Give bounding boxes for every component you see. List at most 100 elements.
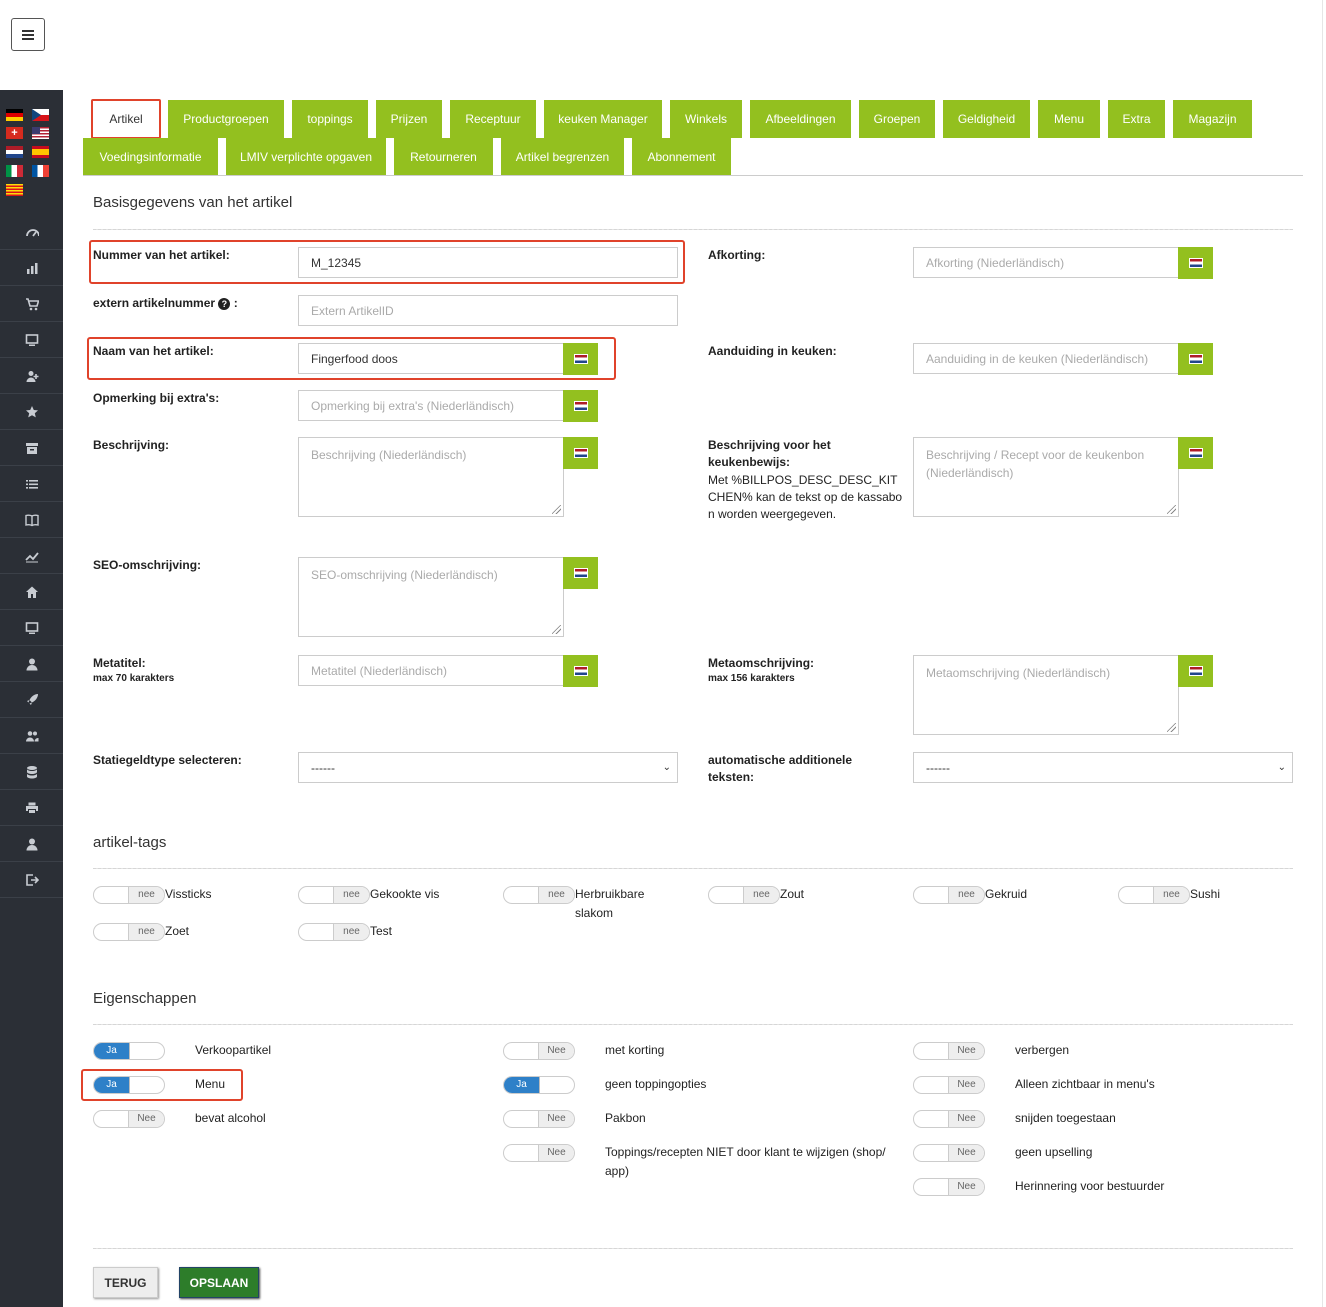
keukenbewijs-textarea[interactable]: Beschrijving / Recept voor de keukenbon …: [913, 437, 1179, 517]
property-toggle[interactable]: Nee: [503, 1144, 575, 1162]
seo-lang-button[interactable]: [563, 557, 598, 589]
sidebar-item-trend[interactable]: [0, 538, 63, 574]
property-toggle[interactable]: Nee: [503, 1110, 575, 1128]
sidebar-item-database[interactable]: [0, 754, 63, 790]
property-toggle[interactable]: Ja: [93, 1042, 165, 1060]
sidebar-item-account[interactable]: [0, 826, 63, 862]
sidebar-item-user-plus[interactable]: [0, 358, 63, 394]
back-button[interactable]: TERUG: [93, 1267, 158, 1298]
aanduiding-lang-button[interactable]: [1178, 343, 1213, 375]
tab-retourneren[interactable]: Retourneren: [394, 138, 493, 176]
flag-it-icon[interactable]: [6, 165, 23, 177]
seo-textarea[interactable]: SEO-omschrijving (Niederländisch): [298, 557, 564, 637]
nummer-input[interactable]: M_12345: [298, 247, 678, 278]
tag-toggle[interactable]: nee: [93, 923, 165, 941]
flag-nl-icon[interactable]: [6, 146, 23, 158]
flag-ch-icon[interactable]: +: [6, 127, 23, 139]
extern-input[interactable]: Extern ArtikelID: [298, 295, 678, 326]
sidebar-item-list[interactable]: [0, 466, 63, 502]
sidebar-item-printer[interactable]: [0, 790, 63, 826]
toggle-off-label: Nee: [948, 1111, 984, 1127]
metatitel-input[interactable]: Metatitel (Niederländisch): [298, 655, 564, 686]
sidebar-item-users[interactable]: [0, 718, 63, 754]
account-icon: [26, 838, 37, 850]
flag-es-icon[interactable]: [32, 146, 49, 158]
metaomschrijving-lang-button[interactable]: [1178, 655, 1213, 687]
property-toggle[interactable]: Ja: [503, 1076, 575, 1094]
desktop-icon: [25, 621, 38, 634]
printer-icon: [25, 802, 38, 814]
sidebar-item-monitor[interactable]: [0, 322, 63, 358]
tag-toggle[interactable]: nee: [1118, 886, 1190, 904]
tab-groepen[interactable]: Groepen: [859, 100, 935, 138]
sidebar-item-home[interactable]: [0, 574, 63, 610]
sidebar-item-chart[interactable]: [0, 250, 63, 286]
tab-menu[interactable]: Menu: [1038, 100, 1100, 138]
tab-productgroepen[interactable]: Productgroepen: [168, 100, 284, 138]
help-icon[interactable]: ?: [218, 297, 231, 310]
flag-ca-icon[interactable]: [6, 184, 23, 196]
beschrijving-lang-button[interactable]: [563, 437, 598, 469]
tab-voedingsinformatie[interactable]: Voedingsinformatie: [83, 138, 218, 176]
afkorting-input[interactable]: Afkorting (Niederländisch): [913, 247, 1179, 278]
user-plus-icon: [26, 370, 38, 382]
beschrijving-textarea[interactable]: Beschrijving (Niederländisch): [298, 437, 564, 517]
metatitel-lang-button[interactable]: [563, 655, 598, 687]
additionele-select[interactable]: ------ ⌄: [913, 752, 1293, 783]
sidebar-item-logout[interactable]: [0, 862, 63, 898]
footer-divider: [93, 1248, 1293, 1249]
tab-geldigheid[interactable]: Geldigheid: [943, 100, 1030, 138]
tab-artikel-begrenzen[interactable]: Artikel begrenzen: [501, 138, 624, 176]
naam-input[interactable]: Fingerfood doos: [298, 343, 564, 374]
property-toggle[interactable]: Ja: [93, 1076, 165, 1094]
sidebar-item-star[interactable]: [0, 394, 63, 430]
sidebar-item-user[interactable]: [0, 646, 63, 682]
afkorting-lang-button[interactable]: [1178, 247, 1213, 279]
sidebar-item-archive[interactable]: [0, 430, 63, 466]
tab-afbeeldingen[interactable]: Afbeeldingen: [750, 100, 851, 138]
tab-keuken-manager[interactable]: keuken Manager: [544, 100, 662, 138]
save-button[interactable]: OPSLAAN: [179, 1267, 259, 1298]
sidebar-item-rocket[interactable]: [0, 682, 63, 718]
tab-magazijn[interactable]: Magazijn: [1173, 100, 1252, 138]
tab-toppings[interactable]: toppings: [292, 100, 368, 138]
property-toggle[interactable]: Nee: [913, 1178, 985, 1196]
tag-toggle[interactable]: nee: [503, 886, 575, 904]
sidebar-item-book[interactable]: [0, 502, 63, 538]
tag-toggle[interactable]: nee: [708, 886, 780, 904]
sidebar-item-cart[interactable]: [0, 286, 63, 322]
metaomschrijving-textarea[interactable]: Metaomschrijving (Niederländisch): [913, 655, 1179, 735]
opmerking-lang-button[interactable]: [563, 390, 598, 422]
tag-toggle[interactable]: nee: [298, 886, 370, 904]
flag-de-icon[interactable]: [6, 109, 23, 121]
sidebar-item-dashboard[interactable]: [0, 214, 63, 250]
flag-us-icon[interactable]: [32, 127, 49, 139]
sidebar-item-desktop[interactable]: [0, 610, 63, 646]
statiegeld-select[interactable]: ------ ⌄: [298, 752, 678, 783]
tab-prijzen[interactable]: Prijzen: [376, 100, 442, 138]
tag-toggle[interactable]: nee: [913, 886, 985, 904]
tag-toggle[interactable]: nee: [298, 923, 370, 941]
property-toggle[interactable]: Nee: [913, 1144, 985, 1162]
keukenbewijs-lang-button[interactable]: [1178, 437, 1213, 469]
naam-lang-button[interactable]: [563, 343, 598, 375]
property-toggle[interactable]: Nee: [93, 1110, 165, 1128]
aanduiding-input[interactable]: Aanduiding in de keuken (Niederländisch): [913, 343, 1179, 374]
tab-winkels[interactable]: Winkels: [670, 100, 742, 138]
tab-extra[interactable]: Extra: [1108, 100, 1165, 138]
tag-toggle[interactable]: nee: [93, 886, 165, 904]
book-icon: [24, 513, 39, 526]
opmerking-input[interactable]: Opmerking bij extra's (Niederländisch): [298, 390, 564, 421]
property-toggle[interactable]: Nee: [913, 1076, 985, 1094]
flag-cz-icon[interactable]: [32, 109, 49, 121]
property-toggle[interactable]: Nee: [913, 1042, 985, 1060]
tab-artikel[interactable]: Artikel: [91, 99, 161, 139]
property-toggle[interactable]: Nee: [913, 1110, 985, 1128]
menu-toggle-button[interactable]: [11, 18, 45, 51]
nl-flag-icon: [1188, 666, 1203, 676]
property-toggle[interactable]: Nee: [503, 1042, 575, 1060]
tab-lmiv-verplichte-opgaven[interactable]: LMIV verplichte opgaven: [226, 138, 386, 176]
tab-abonnement[interactable]: Abonnement: [632, 138, 731, 176]
tab-receptuur[interactable]: Receptuur: [450, 100, 536, 138]
flag-fr-icon[interactable]: [32, 165, 49, 177]
